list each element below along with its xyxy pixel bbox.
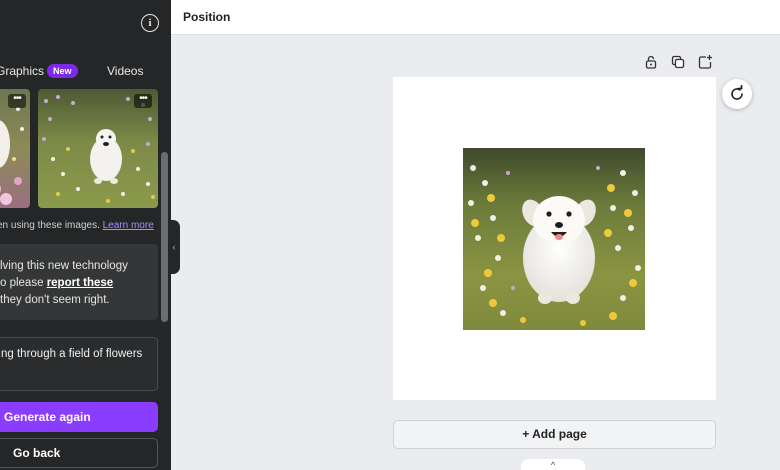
tab-videos[interactable]: Videos <box>107 64 143 78</box>
add-page-icon[interactable] <box>697 54 713 70</box>
pages-panel-toggle[interactable]: ^ <box>521 459 585 470</box>
info-icon[interactable]: i <box>141 14 159 32</box>
position-button[interactable]: Position <box>183 10 230 24</box>
generated-image-thumb-2[interactable]: ••• <box>38 89 158 208</box>
new-badge: New <box>47 64 78 78</box>
generate-again-button[interactable]: Generate again <box>0 402 158 432</box>
media-tabs: Graphics New Videos <box>0 62 171 82</box>
generator-panel: i Graphics New Videos ••• ••• en using t… <box>0 0 171 470</box>
dog-in-flowers-image <box>463 148 645 330</box>
refresh-icon[interactable] <box>722 79 752 109</box>
panel-scrollbar[interactable] <box>161 152 168 322</box>
collapse-panel-handle[interactable]: ‹ <box>168 220 180 274</box>
more-options-icon[interactable]: ••• <box>8 94 26 108</box>
report-link[interactable]: report these <box>47 277 113 289</box>
lock-icon[interactable] <box>643 54 659 70</box>
feedback-notice: lving this new technology o please repor… <box>0 244 158 320</box>
tab-graphics[interactable]: Graphics <box>0 64 44 78</box>
generated-image-thumb-1[interactable]: ••• <box>0 89 30 208</box>
notice-line-2-prefix: o please <box>0 277 47 289</box>
more-options-icon[interactable]: ••• <box>134 94 152 108</box>
dog-image[interactable] <box>463 148 645 330</box>
disclaimer-text: en using these images. Learn more <box>0 220 154 231</box>
add-page-button[interactable]: + Add page <box>393 420 716 449</box>
prompt-input[interactable]: ng through a field of flowers <box>0 337 158 391</box>
top-bar: Position <box>171 0 780 35</box>
go-back-button[interactable]: Go back <box>0 438 158 468</box>
notice-line-2: o please report these <box>0 275 158 292</box>
notice-line-3: they don't seem right. <box>0 294 110 306</box>
notice-line-1: lving this new technology <box>0 260 128 272</box>
learn-more-link[interactable]: Learn more <box>103 220 154 231</box>
disclaimer-body: en using these images. <box>0 220 100 231</box>
duplicate-icon[interactable] <box>670 54 686 70</box>
